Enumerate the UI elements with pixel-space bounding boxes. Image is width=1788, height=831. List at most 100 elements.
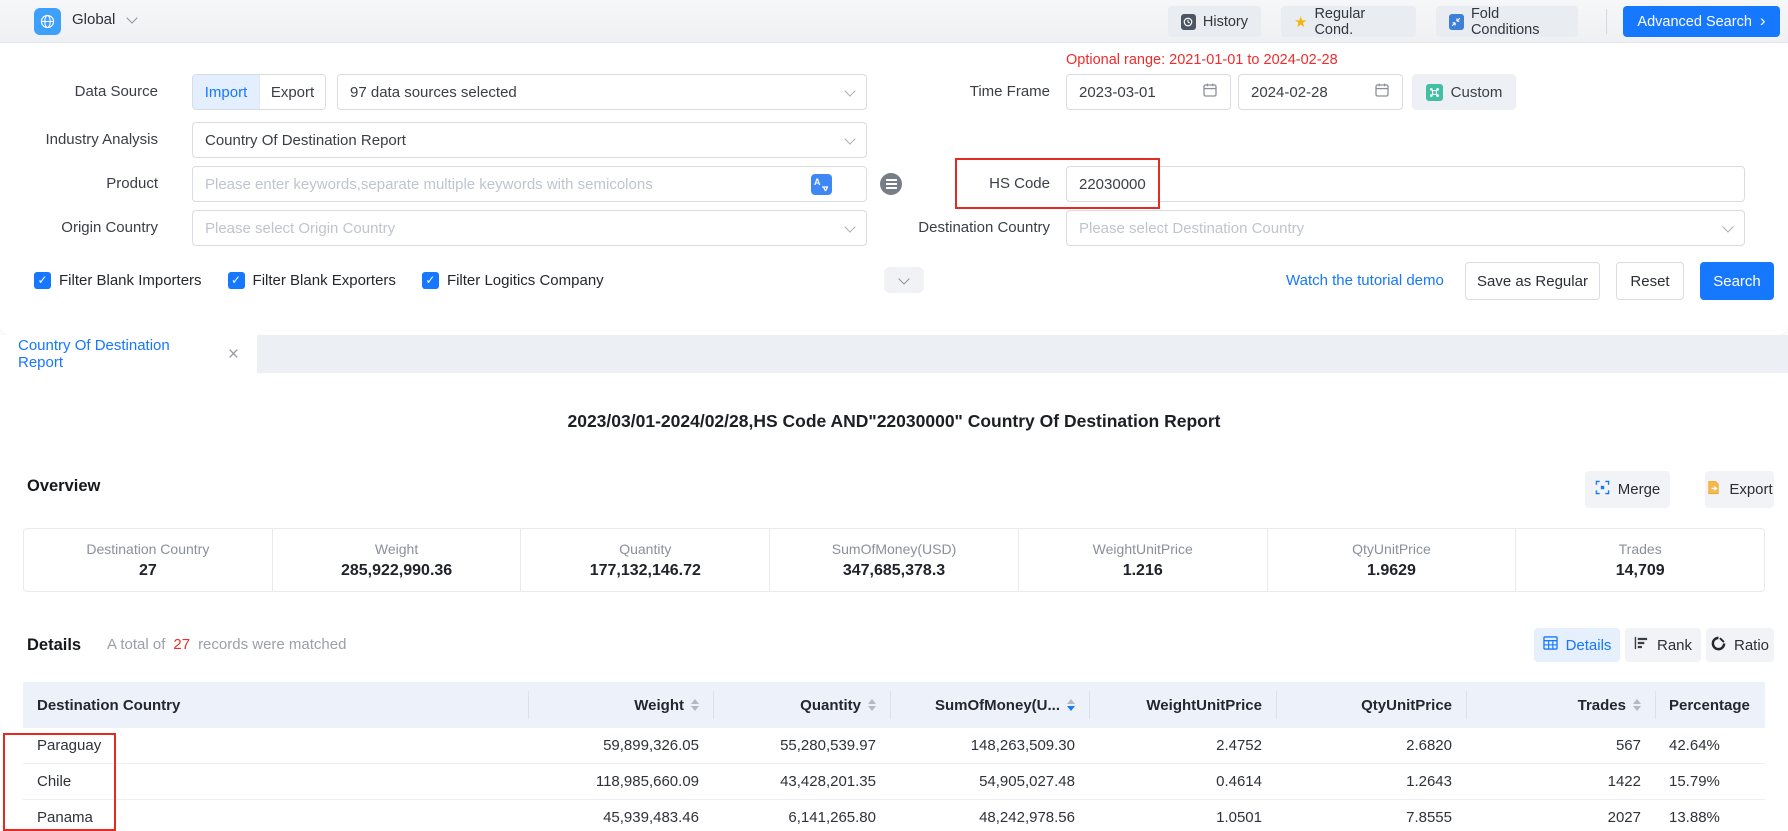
- destination-country-select[interactable]: [1066, 210, 1745, 246]
- origin-country-input[interactable]: [205, 220, 846, 237]
- stat-label: SumOfMoney(USD): [832, 541, 956, 557]
- stat-destination-country: Destination Country 27: [24, 529, 272, 591]
- match-prefix: A total of: [107, 636, 165, 653]
- table-header-row: Destination Country Weight Quantity SumO…: [23, 682, 1765, 728]
- filter-logistics-company-checkbox[interactable]: ✓ Filter Logitics Company: [422, 272, 604, 289]
- export-button[interactable]: Export: [1705, 471, 1774, 508]
- cell-qty-unit-price: 7.8555: [1276, 809, 1466, 826]
- stat-sum-of-money: SumOfMoney(USD) 347,685,378.3: [769, 529, 1018, 591]
- sort-carets-icon: [691, 699, 699, 711]
- filter-blank-exporters-label: Filter Blank Exporters: [253, 272, 396, 289]
- toolbar-divider: [1606, 9, 1607, 34]
- custom-range-button[interactable]: Custom: [1412, 74, 1516, 110]
- stat-label: QtyUnitPrice: [1352, 541, 1431, 557]
- cell-country[interactable]: Paraguay: [23, 737, 528, 754]
- col-weight[interactable]: Weight: [528, 682, 713, 728]
- cell-country[interactable]: Chile: [23, 773, 528, 790]
- advanced-search-label: Advanced Search: [1637, 14, 1751, 30]
- details-heading: Details: [27, 636, 81, 655]
- search-button[interactable]: Search: [1700, 262, 1774, 300]
- stat-value: 27: [139, 562, 157, 580]
- table-row-panama[interactable]: Panama 45,939,483.46 6,141,265.80 48,242…: [23, 800, 1765, 831]
- regular-cond-button[interactable]: ★ Regular Cond.: [1281, 6, 1416, 37]
- cell-country[interactable]: Panama: [23, 809, 528, 826]
- destination-country-input[interactable]: [1079, 220, 1724, 237]
- hs-code-input[interactable]: [1079, 176, 1732, 193]
- filter-checkbox-row: ✓ Filter Blank Importers ✓ Filter Blank …: [34, 266, 604, 294]
- hs-code-label: HS Code: [900, 166, 1050, 202]
- col-sum-of-money[interactable]: SumOfMoney(U...: [890, 682, 1089, 728]
- view-details-label: Details: [1566, 637, 1612, 654]
- tab-country-of-destination-report[interactable]: Country Of Destination Report ×: [0, 335, 257, 373]
- chevron-down-icon: [898, 273, 909, 284]
- checkbox-check-icon: ✓: [422, 272, 439, 289]
- filter-blank-importers-label: Filter Blank Importers: [59, 272, 202, 289]
- region-selector-label[interactable]: Global: [72, 11, 115, 28]
- overview-stats-bar: Destination Country 27 Weight 285,922,99…: [23, 528, 1765, 592]
- chevron-down-icon: [844, 133, 855, 144]
- advanced-search-button[interactable]: Advanced Search ›: [1623, 6, 1780, 37]
- stat-weight: Weight 285,922,990.36: [272, 529, 521, 591]
- data-sources-select[interactable]: 97 data sources selected: [337, 74, 867, 110]
- industry-analysis-select[interactable]: Country Of Destination Report: [192, 122, 867, 158]
- history-button[interactable]: History: [1168, 6, 1261, 37]
- col-percentage: Percentage: [1655, 682, 1765, 728]
- import-export-segmented: Import Export: [192, 74, 326, 110]
- origin-country-label: Origin Country: [0, 210, 158, 246]
- col-weight-unit-price: WeightUnitPrice: [1089, 682, 1276, 728]
- origin-country-select[interactable]: [192, 210, 867, 246]
- history-label: History: [1203, 14, 1248, 30]
- view-ratio-button[interactable]: Ratio: [1706, 628, 1774, 662]
- cell-weight-unit-price: 2.4752: [1089, 737, 1276, 754]
- stat-qty-unit-price: QtyUnitPrice 1.9629: [1267, 529, 1516, 591]
- start-date-input[interactable]: 2023-03-01: [1066, 74, 1231, 110]
- merge-label: Merge: [1618, 481, 1661, 498]
- merge-icon: [1595, 480, 1610, 499]
- end-date-input[interactable]: 2024-02-28: [1238, 74, 1403, 110]
- export-tab[interactable]: Export: [259, 75, 325, 109]
- globe-icon[interactable]: [34, 8, 61, 35]
- industry-analysis-value: Country Of Destination Report: [205, 132, 406, 149]
- data-source-label: Data Source: [0, 74, 158, 110]
- chevron-down-icon: [844, 221, 855, 232]
- col-qty-unit-price: QtyUnitPrice: [1276, 682, 1466, 728]
- col-trades[interactable]: Trades: [1466, 682, 1655, 728]
- view-rank-button[interactable]: Rank: [1625, 628, 1701, 662]
- reset-button[interactable]: Reset: [1616, 262, 1684, 300]
- sort-carets-icon: [1067, 699, 1075, 711]
- stat-value: 285,922,990.36: [341, 562, 452, 580]
- filter-blank-exporters-checkbox[interactable]: ✓ Filter Blank Exporters: [228, 272, 396, 289]
- optional-range-text: Optional range: 2021-01-01 to 2024-02-28: [1066, 52, 1338, 68]
- fold-conditions-button[interactable]: Fold Conditions: [1436, 6, 1578, 37]
- hs-code-field[interactable]: [1066, 166, 1745, 202]
- chevron-down-icon: [1722, 221, 1733, 232]
- destination-country-label: Destination Country: [880, 210, 1050, 246]
- save-as-regular-button[interactable]: Save as Regular: [1465, 262, 1600, 300]
- tutorial-link[interactable]: Watch the tutorial demo: [1286, 262, 1444, 300]
- export-icon: [1706, 480, 1721, 499]
- product-keywords-field[interactable]: A: [192, 166, 867, 202]
- details-table-icon: [1543, 636, 1558, 654]
- merge-button[interactable]: Merge: [1585, 471, 1670, 508]
- view-ratio-label: Ratio: [1734, 637, 1769, 654]
- table-row-chile[interactable]: Chile 118,985,660.09 43,428,201.35 54,90…: [23, 764, 1765, 800]
- translate-icon[interactable]: A: [811, 174, 832, 195]
- table-row-paraguay[interactable]: Paraguay 59,899,326.05 55,280,539.97 148…: [23, 728, 1765, 764]
- keyword-mode-icon[interactable]: [880, 173, 902, 195]
- report-title: 2023/03/01-2024/02/28,HS Code AND"220300…: [0, 411, 1788, 432]
- import-tab[interactable]: Import: [193, 75, 259, 109]
- stat-weight-unit-price: WeightUnitPrice 1.216: [1018, 529, 1267, 591]
- trade-data-app: Global History ★ Regular Cond. Fold Cond…: [0, 0, 1788, 831]
- stat-value: 1.9629: [1367, 562, 1416, 580]
- cell-quantity: 43,428,201.35: [713, 773, 890, 790]
- collapse-conditions-button[interactable]: [884, 267, 924, 293]
- cell-qty-unit-price: 1.2643: [1276, 773, 1466, 790]
- filter-blank-importers-checkbox[interactable]: ✓ Filter Blank Importers: [34, 272, 202, 289]
- top-bar: Global History ★ Regular Cond. Fold Cond…: [0, 0, 1788, 43]
- col-quantity[interactable]: Quantity: [713, 682, 890, 728]
- view-details-button[interactable]: Details: [1534, 628, 1620, 662]
- chevron-down-icon[interactable]: [126, 12, 137, 23]
- product-keywords-input[interactable]: [205, 176, 804, 193]
- close-icon[interactable]: ×: [228, 345, 239, 364]
- cell-weight: 59,899,326.05: [528, 737, 713, 754]
